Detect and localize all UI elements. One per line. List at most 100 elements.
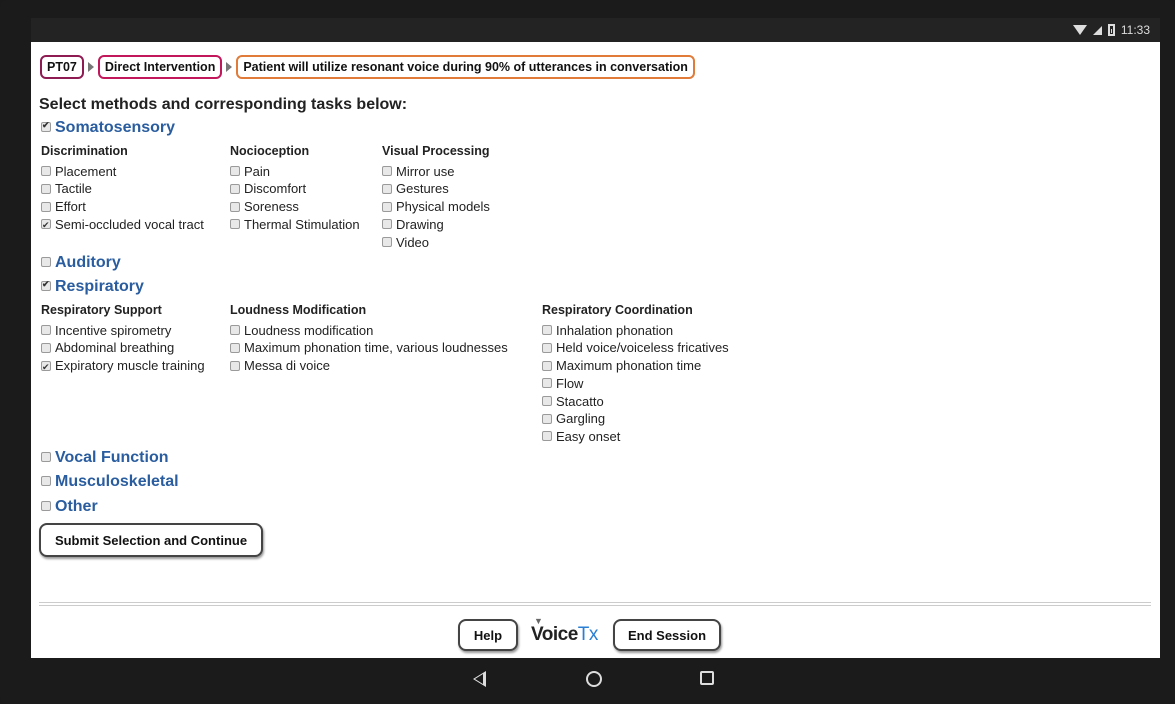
task-item[interactable]: Abdominal breathing xyxy=(41,339,205,357)
task-item[interactable]: Loudness modification xyxy=(230,322,508,340)
task-item[interactable]: Flow xyxy=(542,375,729,393)
task-checkbox[interactable] xyxy=(382,183,392,194)
page-heading: Select methods and corresponding tasks b… xyxy=(39,96,408,113)
task-checkbox[interactable] xyxy=(230,219,240,230)
task-checkbox[interactable] xyxy=(230,166,240,177)
task-checkbox[interactable] xyxy=(41,342,51,353)
method-other[interactable]: Other xyxy=(41,498,98,516)
other-checkbox[interactable] xyxy=(41,500,51,511)
method-musculoskeletal[interactable]: Musculoskeletal xyxy=(41,473,179,491)
back-icon[interactable] xyxy=(473,671,486,687)
task-checkbox[interactable] xyxy=(41,201,51,212)
task-item[interactable]: Easy onset xyxy=(542,428,729,446)
group-title: Respiratory Support xyxy=(41,303,162,317)
group-respiratory-coordination: Respiratory Coordination Inhalation phon… xyxy=(542,302,729,446)
group-nocioception: Nocioception Pain Discomfort Soreness Th… xyxy=(230,143,360,234)
vocal-function-label: Vocal Function xyxy=(55,449,169,466)
somatosensory-label: Somatosensory xyxy=(55,119,176,136)
battery-icon xyxy=(1107,24,1115,36)
respiratory-checkbox[interactable] xyxy=(41,279,51,291)
task-checkbox[interactable] xyxy=(542,360,552,371)
task-label: Discomfort xyxy=(244,181,307,197)
breadcrumb-arrow-icon xyxy=(226,62,233,72)
breadcrumb-phase[interactable]: Direct Intervention xyxy=(97,55,223,79)
group-title: Visual Processing xyxy=(382,144,490,158)
other-label: Other xyxy=(55,498,98,515)
task-item[interactable]: Tactile xyxy=(41,180,204,198)
task-label: Drawing xyxy=(396,216,444,232)
task-item[interactable]: Stacatto xyxy=(542,393,729,411)
task-checkbox[interactable] xyxy=(542,378,552,389)
task-checkbox[interactable] xyxy=(230,201,240,212)
help-button[interactable]: Help xyxy=(458,619,518,651)
task-item[interactable]: Drawing xyxy=(382,216,490,234)
task-item[interactable]: Messa di voice xyxy=(230,357,508,375)
task-item[interactable]: Semi-occluded vocal tract xyxy=(41,216,204,235)
task-checkbox[interactable] xyxy=(230,342,240,353)
task-item[interactable]: Held voice/voiceless fricatives xyxy=(542,339,729,357)
task-checkbox[interactable] xyxy=(41,325,51,336)
task-checkbox[interactable] xyxy=(41,183,51,194)
submit-button[interactable]: Submit Selection and Continue xyxy=(39,523,263,557)
auditory-checkbox[interactable] xyxy=(41,256,51,267)
task-label: Held voice/voiceless fricatives xyxy=(556,340,729,356)
task-item[interactable]: Pain xyxy=(230,163,360,181)
task-label: Flow xyxy=(556,375,584,391)
task-checkbox[interactable] xyxy=(382,237,392,248)
task-item[interactable]: Video xyxy=(382,234,490,252)
task-item[interactable]: Gargling xyxy=(542,410,729,428)
breadcrumb-goal[interactable]: Patient will utilize resonant voice duri… xyxy=(236,55,695,79)
task-label: Maximum phonation time, various loudness… xyxy=(244,340,508,356)
breadcrumb-patient[interactable]: PT07 xyxy=(40,55,84,79)
task-item[interactable]: Inhalation phonation xyxy=(542,322,729,340)
task-item[interactable]: Mirror use xyxy=(382,163,490,181)
task-checkbox[interactable] xyxy=(41,166,51,177)
vocal-function-checkbox[interactable] xyxy=(41,451,51,462)
task-checkbox[interactable] xyxy=(542,413,552,424)
respiratory-label: Respiratory xyxy=(55,278,144,295)
task-item[interactable]: Incentive spirometry xyxy=(41,322,205,340)
task-checkbox[interactable] xyxy=(542,396,552,407)
task-item[interactable]: Effort xyxy=(41,198,204,216)
task-checkbox[interactable] xyxy=(382,201,392,212)
method-respiratory[interactable]: Respiratory xyxy=(41,278,144,296)
task-item[interactable]: Gestures xyxy=(382,180,490,198)
voicetx-logo: VoiceTx xyxy=(531,624,598,646)
end-session-button[interactable]: End Session xyxy=(613,619,721,651)
status-bar: 11:33 xyxy=(31,18,1160,42)
task-checkbox[interactable] xyxy=(41,217,51,235)
task-checkbox[interactable] xyxy=(542,325,552,336)
task-checkbox[interactable] xyxy=(230,183,240,194)
task-item[interactable]: Soreness xyxy=(230,198,360,216)
musculoskeletal-checkbox[interactable] xyxy=(41,475,51,486)
home-icon[interactable] xyxy=(586,671,602,687)
group-loudness-modification: Loudness Modification Loudness modificat… xyxy=(230,302,508,375)
method-somatosensory[interactable]: Somatosensory xyxy=(41,119,175,137)
task-checkbox[interactable] xyxy=(230,325,240,336)
task-label: Inhalation phonation xyxy=(556,322,674,338)
task-label: Easy onset xyxy=(556,428,621,444)
task-label: Incentive spirometry xyxy=(55,322,172,338)
task-item[interactable]: Expiratory muscle training xyxy=(41,357,205,376)
musculoskeletal-label: Musculoskeletal xyxy=(55,473,179,490)
task-label: Effort xyxy=(55,199,86,215)
method-auditory[interactable]: Auditory xyxy=(41,254,121,272)
task-label: Maximum phonation time xyxy=(556,358,702,374)
task-checkbox[interactable] xyxy=(230,360,240,371)
task-checkbox[interactable] xyxy=(382,219,392,230)
task-item[interactable]: Discomfort xyxy=(230,180,360,198)
task-label: Gestures xyxy=(396,181,449,197)
recent-apps-icon[interactable] xyxy=(700,671,714,685)
task-checkbox[interactable] xyxy=(41,359,51,376)
task-item[interactable]: Placement xyxy=(41,163,204,181)
task-checkbox[interactable] xyxy=(382,166,392,177)
task-item[interactable]: Maximum phonation time, various loudness… xyxy=(230,339,508,357)
task-item[interactable]: Maximum phonation time xyxy=(542,357,729,375)
task-checkbox[interactable] xyxy=(542,342,552,353)
task-item[interactable]: Thermal Stimulation xyxy=(230,216,360,234)
task-checkbox[interactable] xyxy=(542,431,552,442)
somatosensory-checkbox[interactable] xyxy=(41,120,51,132)
method-vocal-function[interactable]: Vocal Function xyxy=(41,449,168,467)
task-item[interactable]: Physical models xyxy=(382,198,490,216)
breadcrumb: PT07 Direct Intervention Patient will ut… xyxy=(40,55,695,79)
